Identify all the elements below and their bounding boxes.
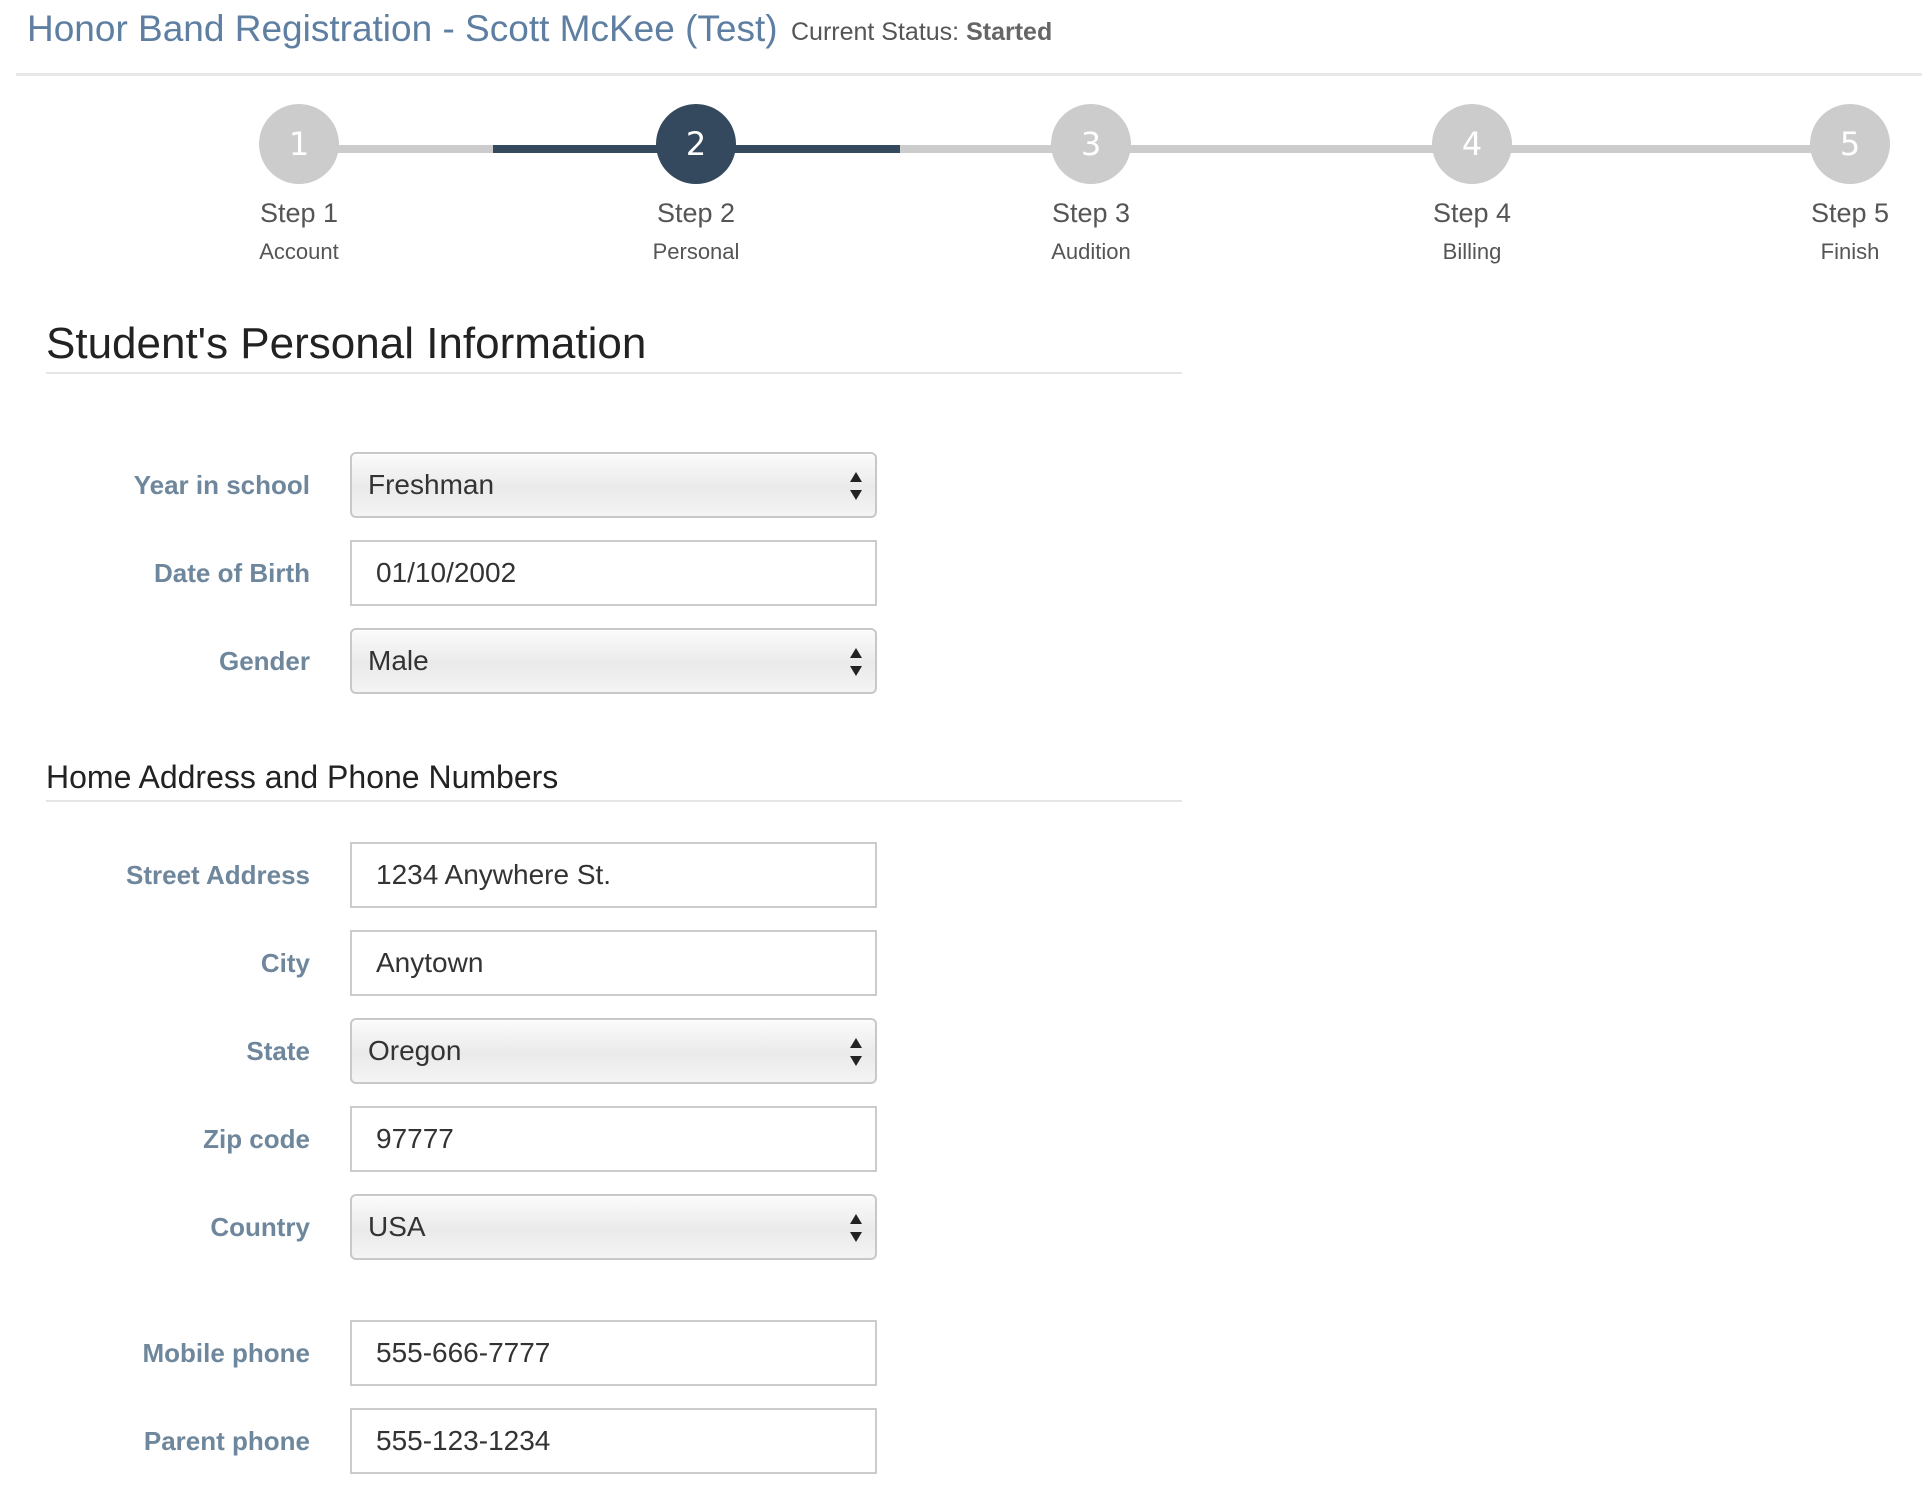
country-select[interactable]: USA — [350, 1194, 877, 1260]
street-address-label: Street Address — [126, 860, 310, 890]
step-subtitle-3: Audition — [1051, 239, 1131, 264]
city-input[interactable] — [350, 930, 877, 996]
step-title-3: Step 3 — [1051, 198, 1131, 228]
state-label: State — [246, 1036, 310, 1066]
city-label: City — [260, 948, 310, 978]
select-arrows-icon — [849, 648, 863, 676]
gender-row: Gender Male — [0, 628, 1922, 694]
step-number-5: 5 — [1810, 104, 1890, 184]
gender-selected: Male — [368, 645, 429, 676]
select-arrows-icon — [849, 1214, 863, 1242]
address-heading: Home Address and Phone Numbers — [46, 756, 1182, 802]
wizard-step-5[interactable]: 5 Step 5 Finish — [1750, 104, 1922, 265]
step-title-2: Step 2 — [656, 198, 736, 228]
step-number-3: 3 — [1051, 104, 1131, 184]
year-in-school-row: Year in school Freshman — [0, 452, 1922, 518]
year-in-school-label: Year in school — [133, 470, 310, 500]
country-selected: USA — [368, 1211, 426, 1242]
step-subtitle-1: Account — [259, 239, 339, 264]
country-label: Country — [210, 1212, 310, 1242]
street-address-input[interactable] — [350, 842, 877, 908]
step-subtitle-4: Billing — [1442, 239, 1502, 264]
zip-code-input[interactable] — [350, 1106, 877, 1172]
date-of-birth-input[interactable] — [350, 540, 877, 606]
select-arrows-icon — [849, 472, 863, 500]
status-label: Current Status: — [791, 18, 960, 46]
street-address-row: Street Address — [0, 842, 1922, 908]
step-number-1: 1 — [259, 104, 339, 184]
parent-phone-input[interactable] — [350, 1408, 877, 1474]
country-row: Country USA — [0, 1194, 1922, 1260]
parent-phone-row: Parent phone — [0, 1408, 1922, 1474]
state-select[interactable]: Oregon — [350, 1018, 877, 1084]
step-number-2: 2 — [656, 104, 736, 184]
zip-code-row: Zip code — [0, 1106, 1922, 1172]
date-of-birth-label: Date of Birth — [154, 558, 310, 588]
mobile-phone-row: Mobile phone — [0, 1320, 1922, 1386]
mobile-phone-label: Mobile phone — [142, 1338, 310, 1368]
year-in-school-select[interactable]: Freshman — [350, 452, 877, 518]
step-subtitle-5: Finish — [1820, 239, 1880, 264]
zip-code-label: Zip code — [203, 1124, 310, 1154]
page-header: Honor Band Registration - Scott McKee (T… — [16, 0, 1922, 76]
state-selected: Oregon — [368, 1035, 462, 1066]
step-title-4: Step 4 — [1432, 198, 1512, 228]
registration-status: Current Status: Started — [791, 18, 1052, 47]
wizard-step-1[interactable]: 1 Step 1 Account — [199, 104, 399, 265]
wizard-step-2[interactable]: 2 Step 2 Personal — [596, 104, 796, 265]
gender-select[interactable]: Male — [350, 628, 877, 694]
parent-phone-label: Parent phone — [143, 1426, 310, 1456]
step-title-5: Step 5 — [1810, 198, 1890, 228]
gender-label: Gender — [218, 646, 310, 676]
step-title-1: Step 1 — [259, 198, 339, 228]
wizard-step-3[interactable]: 3 Step 3 Audition — [991, 104, 1191, 265]
select-arrows-icon — [849, 1038, 863, 1066]
step-subtitle-2: Personal — [652, 239, 740, 264]
wizard-step-4[interactable]: 4 Step 4 Billing — [1372, 104, 1572, 265]
date-of-birth-row: Date of Birth — [0, 540, 1922, 606]
status-value: Started — [966, 18, 1053, 46]
personal-info-heading: Student's Personal Information — [46, 318, 1182, 374]
step-wizard: 1 Step 1 Account 2 Step 2 Personal 3 Ste… — [0, 104, 1922, 284]
mobile-phone-input[interactable] — [350, 1320, 877, 1386]
state-row: State Oregon — [0, 1018, 1922, 1084]
step-number-4: 4 — [1432, 104, 1512, 184]
city-row: City — [0, 930, 1922, 996]
page-title: Honor Band Registration - Scott McKee (T… — [27, 8, 778, 49]
year-in-school-selected: Freshman — [368, 469, 495, 500]
